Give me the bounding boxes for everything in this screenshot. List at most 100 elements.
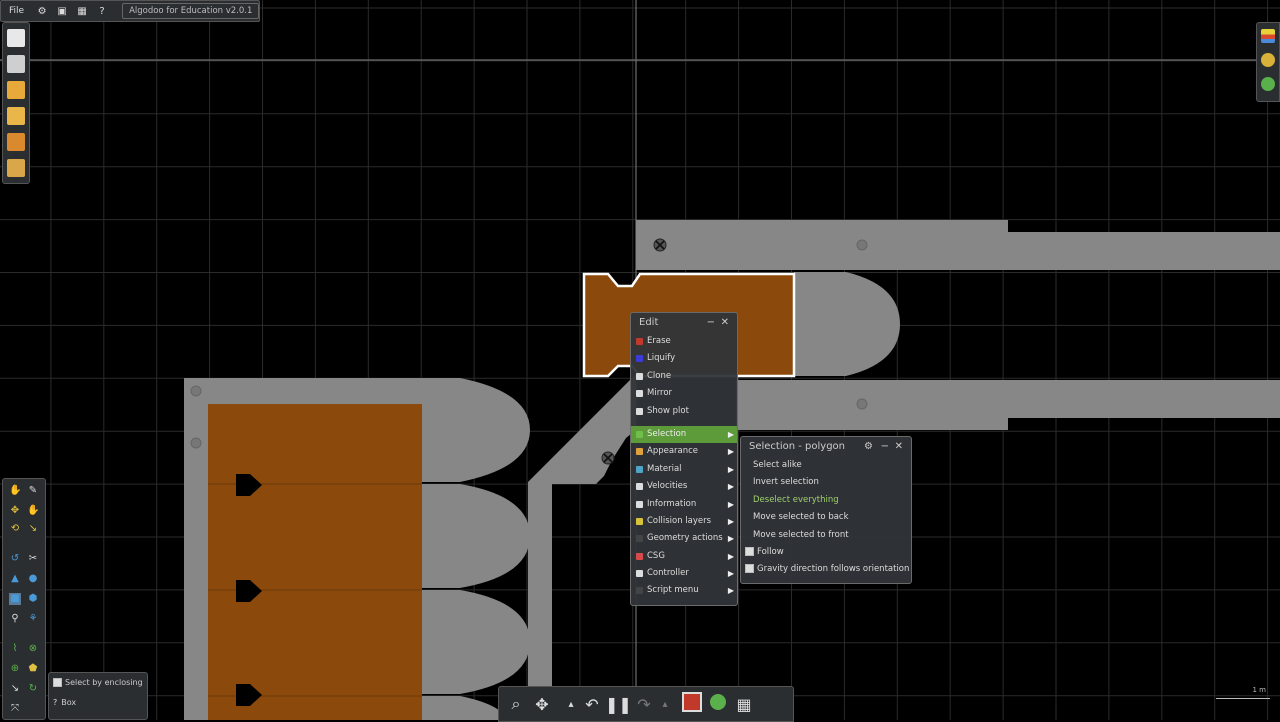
submenu-csg[interactable]: CSG ▶: [631, 548, 737, 565]
menu-item-label: Velocities: [647, 481, 688, 492]
settings-icon[interactable]: ⚙: [32, 6, 52, 17]
selection-item-move-selected-to-back[interactable]: Move selected to back: [741, 509, 911, 526]
minimize-icon[interactable]: −: [881, 437, 889, 457]
appearance-icon: [636, 448, 643, 456]
drag-tool-icon[interactable]: ✋: [9, 485, 21, 497]
rotate-tool-icon[interactable]: ⟲: [9, 523, 21, 535]
selection-submenu: Selection - polygon ⚙ − ✕ Select alike In…: [740, 436, 912, 584]
scale-tool-icon[interactable]: ↘: [27, 523, 39, 535]
velocities-icon: [636, 483, 643, 491]
palette-icon[interactable]: [1261, 29, 1275, 43]
submenu-arrow-icon: ▶: [727, 586, 734, 596]
cap-3[interactable]: [422, 590, 530, 694]
open-folder-icon[interactable]: [7, 81, 25, 99]
cap-4[interactable]: [422, 696, 508, 720]
save-folder-icon[interactable]: [7, 133, 25, 151]
thruster-tool-icon[interactable]: ⬟: [27, 663, 39, 675]
speed-up-icon[interactable]: ▴: [657, 699, 673, 710]
gear-icon[interactable]: ⚙: [864, 437, 873, 457]
menu-item-erase[interactable]: Erase: [631, 333, 737, 350]
axle[interactable]: [856, 398, 868, 410]
close-icon[interactable]: ✕: [895, 437, 903, 457]
submenu-collision-layers[interactable]: Collision layers ▶: [631, 513, 737, 530]
record-icon[interactable]: [679, 692, 705, 716]
gear-tool-icon[interactable]: ⚲: [9, 613, 21, 625]
speed-down-icon[interactable]: ▴: [563, 699, 579, 710]
undo-icon[interactable]: ↶: [579, 695, 605, 714]
selection-item-select-alike[interactable]: Select alike: [741, 457, 911, 474]
rope-tool-icon[interactable]: ↺: [9, 553, 21, 565]
selection-icon: [636, 430, 643, 438]
checkbox-icon[interactable]: [745, 564, 754, 574]
submenu-controller[interactable]: Controller ▶: [631, 565, 737, 582]
save-as-icon[interactable]: [7, 159, 25, 177]
circle-tool-icon[interactable]: ●: [27, 573, 39, 585]
sketch-tool-icon[interactable]: ✎: [27, 485, 39, 497]
new-scene-icon[interactable]: [7, 29, 25, 47]
submenu-velocities[interactable]: Velocities ▶: [631, 478, 737, 495]
fixate-tool-icon[interactable]: ⊗: [27, 643, 39, 655]
menu-item-mirror[interactable]: Mirror: [631, 385, 737, 402]
selection-check-follow[interactable]: Follow: [741, 544, 911, 561]
minimize-icon[interactable]: −: [707, 313, 715, 333]
select-by-enclosing-option[interactable]: Select by enclosing: [49, 673, 147, 693]
submenu-script-menu[interactable]: Script menu ▶: [631, 582, 737, 599]
tracer-tool-icon[interactable]: ↘: [9, 683, 21, 695]
cap-2[interactable]: [422, 484, 530, 588]
select-tool-icon[interactable]: ⤧: [9, 703, 21, 715]
orange-block[interactable]: [208, 404, 422, 720]
simulation-icon[interactable]: [1261, 77, 1275, 91]
submenu-geometry-actions[interactable]: Geometry actions ▶: [631, 530, 737, 547]
mirror-icon: [636, 390, 643, 398]
diagonal-strut[interactable]: [528, 374, 636, 720]
box-tool-icon[interactable]: ■: [9, 593, 21, 605]
upper-beam[interactable]: [636, 220, 1280, 270]
zoom-tool-icon[interactable]: ✋: [27, 505, 39, 517]
menu-item-label: Information: [647, 498, 697, 509]
spring-tool-icon[interactable]: ⌇: [9, 643, 21, 655]
browse-folder-icon[interactable]: [7, 107, 25, 125]
grid-icon[interactable]: ▦: [72, 6, 92, 17]
cap-1[interactable]: [422, 378, 530, 482]
axle[interactable]: [190, 385, 202, 397]
submenu-arrow-icon: ▶: [727, 534, 734, 544]
grid-toggle-icon[interactable]: ▦: [731, 695, 757, 714]
submenu-material[interactable]: Material ▶: [631, 461, 737, 478]
file-menu[interactable]: File: [1, 6, 32, 16]
polygon-tool-icon[interactable]: ⬢: [27, 593, 39, 605]
knife-tool-icon[interactable]: ✂: [27, 553, 39, 565]
laser-tool-icon[interactable]: ↻: [27, 683, 39, 695]
plane-tool-icon[interactable]: ⚘: [27, 613, 39, 625]
help-icon[interactable]: ?: [92, 6, 112, 17]
menu-item-show-plot[interactable]: Show plot: [631, 403, 737, 420]
hinge-tool-icon[interactable]: ⊕: [9, 663, 21, 675]
selection-check-gravity-direction-follows-orientation[interactable]: Gravity direction follows orientation: [741, 561, 911, 578]
selection-item-invert-selection[interactable]: Invert selection: [741, 474, 911, 491]
close-icon[interactable]: ✕: [721, 313, 729, 333]
selection-item-move-selected-to-front[interactable]: Move selected to front: [741, 527, 911, 544]
lower-beam[interactable]: [736, 380, 1280, 430]
submenu-information[interactable]: Information ▶: [631, 496, 737, 513]
checkbox-icon[interactable]: [745, 546, 754, 556]
move-tool-icon[interactable]: ✥: [9, 505, 21, 517]
visualization-icon[interactable]: [1261, 53, 1275, 67]
upper-cap[interactable]: [794, 272, 900, 376]
brush-tool-icon[interactable]: ▲: [9, 573, 21, 585]
window-icon[interactable]: ▣: [52, 6, 72, 17]
axle[interactable]: [190, 437, 202, 449]
submenu-selection[interactable]: Selection ▶: [631, 425, 737, 444]
selection-submenu-title: Selection - polygon ⚙ − ✕: [741, 437, 911, 457]
menu-item-clone[interactable]: Clone: [631, 368, 737, 385]
submenu-appearance[interactable]: Appearance ▶: [631, 443, 737, 460]
scene-template-icon[interactable]: [7, 55, 25, 73]
redo-icon[interactable]: ↷: [631, 695, 657, 714]
pan-icon[interactable]: ✥: [529, 695, 555, 714]
selection-item-deselect-everything[interactable]: Deselect everything: [741, 492, 911, 509]
menu-item-liquify[interactable]: Liquify: [631, 350, 737, 367]
select-mode-option[interactable]: ? Box: [49, 693, 147, 713]
zoom-icon[interactable]: ⌕: [503, 694, 529, 714]
axle[interactable]: [856, 239, 868, 251]
pause-icon[interactable]: ❚❚: [605, 695, 632, 714]
gravity-icon[interactable]: [705, 694, 731, 714]
checkbox-icon[interactable]: [53, 678, 62, 687]
